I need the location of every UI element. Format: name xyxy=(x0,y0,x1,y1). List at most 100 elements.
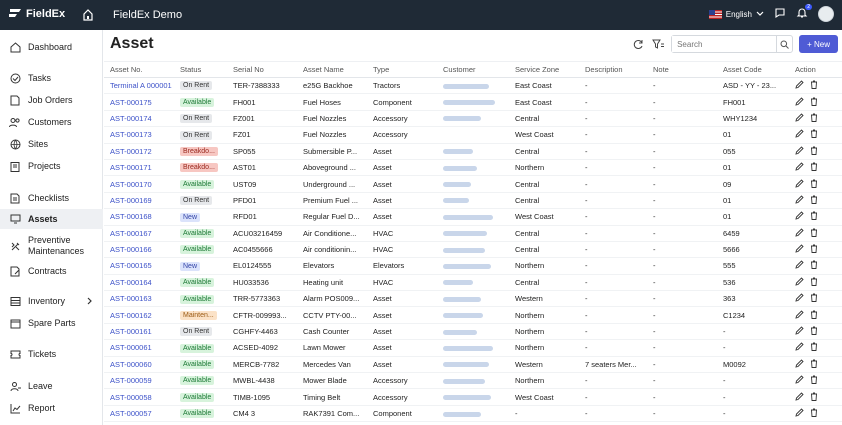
edit-icon[interactable] xyxy=(795,80,804,91)
delete-icon[interactable] xyxy=(810,211,818,222)
asset-no-link[interactable]: AST-000058 xyxy=(104,388,174,406)
delete-icon[interactable] xyxy=(810,80,818,91)
delete-icon[interactable] xyxy=(810,310,818,321)
asset-no-link[interactable]: AST-000061 xyxy=(104,339,174,357)
delete-icon[interactable] xyxy=(810,326,818,337)
column-header[interactable]: Customer xyxy=(437,61,509,78)
search-icon[interactable] xyxy=(776,36,792,52)
chat-icon[interactable] xyxy=(774,7,786,21)
sidebar-item-leave[interactable]: Leave xyxy=(0,376,103,396)
table-row[interactable]: AST-000057 Available CM4 3 RAK7391 Com... Co… xyxy=(104,405,842,423)
delete-icon[interactable] xyxy=(810,228,818,239)
edit-icon[interactable] xyxy=(795,310,804,321)
table-row[interactable]: AST-000161 On Rent CGHFY-4463 Cash Counter A… xyxy=(104,323,842,341)
sidebar-item-preventive-maintenances[interactable]: Preventive Maintenances xyxy=(0,232,103,260)
sidebar-item-contracts[interactable]: Contracts xyxy=(0,261,103,281)
edit-icon[interactable] xyxy=(795,178,804,190)
edit-icon[interactable] xyxy=(795,228,804,239)
edit-icon[interactable] xyxy=(795,113,804,124)
edit-icon[interactable] xyxy=(795,375,804,386)
column-header[interactable]: Type xyxy=(367,61,437,78)
sidebar-item-tickets[interactable]: Tickets xyxy=(0,344,103,364)
asset-no-link[interactable]: AST-000171 xyxy=(104,159,174,177)
sidebar-item-job-orders[interactable]: Job Orders xyxy=(0,90,103,110)
table-row[interactable]: AST-000167 Available ACU03216459 Air Condit… xyxy=(104,225,842,242)
column-header[interactable]: Note xyxy=(647,61,717,78)
table-row[interactable]: AST-000170 Available UST09 Underground ... A… xyxy=(104,175,842,193)
asset-no-link[interactable]: AST-000173 xyxy=(104,126,174,144)
asset-no-link[interactable]: AST-000163 xyxy=(104,290,174,308)
delete-icon[interactable] xyxy=(810,244,818,255)
edit-icon[interactable] xyxy=(795,244,804,255)
table-row[interactable]: AST-000061 Available ACSED-4092 Lawn Mower A… xyxy=(104,339,842,357)
asset-no-link[interactable]: Terminal A 000001 xyxy=(104,77,174,95)
asset-no-link[interactable]: AST-000164 xyxy=(104,274,174,292)
asset-no-link[interactable]: AST-000162 xyxy=(104,306,174,324)
delete-icon[interactable] xyxy=(810,179,818,190)
asset-no-link[interactable]: AST-000059 xyxy=(104,372,174,390)
sidebar-item-assets[interactable]: Assets xyxy=(0,209,103,229)
delete-icon[interactable] xyxy=(810,392,818,403)
column-header[interactable]: Serial No xyxy=(227,61,297,78)
delete-icon[interactable] xyxy=(810,195,818,206)
column-header[interactable]: Description xyxy=(579,61,647,78)
table-row[interactable]: AST-000168 New RFD01 Regular Fuel D... Asset… xyxy=(104,208,842,226)
asset-no-link[interactable]: AST-000165 xyxy=(104,257,174,275)
asset-no-link[interactable]: AST-000060 xyxy=(104,356,174,374)
delete-icon[interactable] xyxy=(810,342,818,353)
notification-bell-icon[interactable]: 2 xyxy=(796,4,812,21)
delete-icon[interactable] xyxy=(810,277,818,288)
asset-no-link[interactable]: AST-000161 xyxy=(104,323,174,341)
edit-icon[interactable] xyxy=(795,293,804,304)
delete-icon[interactable] xyxy=(810,146,818,157)
refresh-icon[interactable] xyxy=(631,37,645,51)
table-row[interactable]: AST-000172 Breakdo... SP055 Submersible P..… xyxy=(104,143,842,160)
lock-home-icon[interactable] xyxy=(82,8,94,23)
column-header[interactable]: Asset Code xyxy=(717,61,789,78)
table-row[interactable]: AST-000163 Available TRR-5773363 Alarm POS0… xyxy=(104,290,842,308)
delete-icon[interactable] xyxy=(810,408,818,419)
column-header[interactable]: Status xyxy=(174,61,227,78)
edit-icon[interactable] xyxy=(795,211,804,222)
filter-icon[interactable] xyxy=(651,37,665,51)
sidebar-item-projects[interactable]: Projects xyxy=(0,156,103,176)
edit-icon[interactable] xyxy=(795,326,804,337)
sidebar-item-checklists[interactable]: Checklists xyxy=(0,188,103,208)
edit-icon[interactable] xyxy=(795,162,804,173)
delete-icon[interactable] xyxy=(810,129,818,140)
table-row[interactable]: AST-000169 On Rent PFD01 Premium Fuel ... As… xyxy=(104,192,842,210)
asset-no-link[interactable]: AST-000167 xyxy=(104,225,174,242)
edit-icon[interactable] xyxy=(795,342,804,353)
edit-icon[interactable] xyxy=(795,96,804,108)
table-row[interactable]: AST-000166 Available AC0455666 Air conditio… xyxy=(104,241,842,259)
table-row[interactable]: AST-000058 Available TIMB-1095 Timing Belt A… xyxy=(104,388,842,406)
table-row[interactable]: AST-000175 Available FH001 Fuel Hoses Compon… xyxy=(104,93,842,111)
delete-icon[interactable] xyxy=(810,97,818,108)
search-input[interactable] xyxy=(672,36,777,52)
sidebar-item-customers[interactable]: Customers xyxy=(0,112,103,132)
edit-icon[interactable] xyxy=(795,359,804,370)
table-row[interactable]: AST-000173 On Rent FZ01 Fuel Nozzles Accesso… xyxy=(104,126,842,144)
new-asset-button[interactable]: + New xyxy=(799,35,838,53)
table-row[interactable]: AST-000059 Available MWBL-4438 Mower Blade A… xyxy=(104,372,842,390)
column-header[interactable]: Asset Name xyxy=(297,61,367,78)
delete-icon[interactable] xyxy=(810,359,818,370)
brand-logo[interactable]: FieldEx xyxy=(8,8,65,20)
table-row[interactable]: AST-000165 New EL0124555 Elevators Elevators… xyxy=(104,257,842,275)
user-avatar[interactable] xyxy=(818,6,834,22)
edit-icon[interactable] xyxy=(795,277,804,288)
table-row[interactable]: Terminal A 000001 On Rent TER-7388333 e25G … xyxy=(104,77,842,95)
delete-icon[interactable] xyxy=(810,260,818,271)
delete-icon[interactable] xyxy=(810,293,818,304)
edit-icon[interactable] xyxy=(795,146,804,157)
sidebar-item-tasks[interactable]: Tasks xyxy=(0,68,103,88)
edit-icon[interactable] xyxy=(795,195,804,206)
sidebar-item-report[interactable]: Report xyxy=(0,398,103,418)
sidebar-item-inventory[interactable]: Inventory xyxy=(0,291,103,311)
sidebar-item-sites[interactable]: Sites xyxy=(0,134,103,154)
sidebar-item-dashboard[interactable]: Dashboard xyxy=(0,37,103,57)
asset-no-link[interactable]: AST-000170 xyxy=(104,175,174,193)
asset-no-link[interactable]: AST-000175 xyxy=(104,93,174,111)
asset-no-link[interactable]: AST-000166 xyxy=(104,241,174,259)
language-selector[interactable]: English xyxy=(708,9,764,19)
